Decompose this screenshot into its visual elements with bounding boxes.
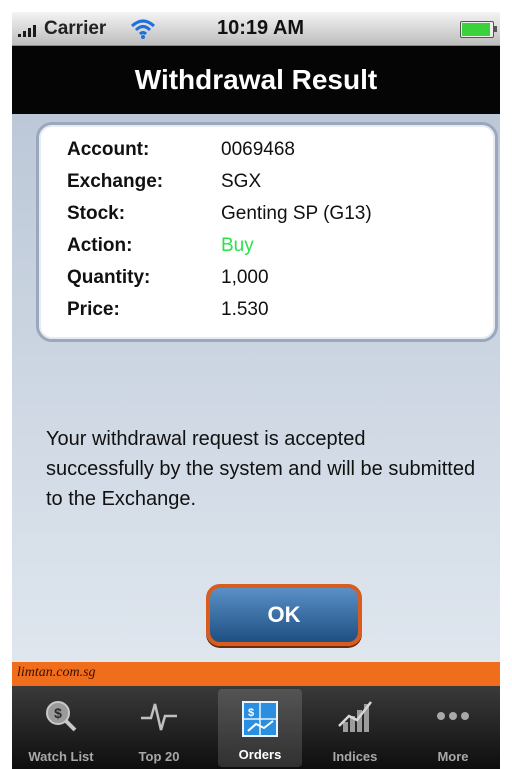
tab-orders[interactable]: $ Orders <box>218 689 302 767</box>
detail-label: Quantity: <box>67 267 151 288</box>
detail-row-quantity: Quantity: 1,000 <box>67 267 487 299</box>
page-title: Withdrawal Result <box>134 64 378 95</box>
detail-label: Stock: <box>67 203 126 224</box>
search-dollar-icon: $ <box>46 701 77 732</box>
detail-value: 0069468 <box>221 139 295 160</box>
tab-label: Orders <box>238 747 282 762</box>
app-screen: Carrier 10:19 AM Withdrawal Result Accou… <box>12 12 500 769</box>
svg-text:$: $ <box>248 707 254 719</box>
detail-row-account: Account: 0069468 <box>67 139 487 171</box>
detail-row-exchange: Exchange: SGX <box>67 171 487 203</box>
tab-label: Indices <box>332 749 378 764</box>
banner-text: limtan.com.sg <box>17 665 96 680</box>
tab-label: More <box>437 749 469 764</box>
tab-bar: $ Watch List Top 20 $ Orders Indices Mor… <box>12 686 500 769</box>
brand-banner: limtan.com.sg <box>12 662 500 686</box>
detail-value: 1.530 <box>221 299 269 320</box>
detail-value-action: Buy <box>221 235 254 256</box>
detail-value: 1,000 <box>221 267 269 288</box>
tab-label: Top 20 <box>138 749 180 764</box>
orders-icon: $ <box>242 701 278 737</box>
navigation-bar: Withdrawal Result <box>12 46 500 114</box>
tab-top-20[interactable]: Top 20 <box>110 686 208 769</box>
status-time: 10:19 AM <box>217 17 305 39</box>
svg-text:$: $ <box>54 705 62 721</box>
result-message: Your withdrawal request is accepted succ… <box>46 428 476 510</box>
detail-label: Action: <box>67 235 133 256</box>
pulse-icon <box>141 703 177 731</box>
signal-icon <box>18 23 42 37</box>
detail-value: SGX <box>221 171 262 192</box>
content-area: Account: 0069468 Exchange: SGX Stock: Ge… <box>12 114 500 662</box>
detail-row-action: Action: Buy <box>67 235 487 267</box>
detail-row-stock: Stock: Genting SP (G13) <box>67 203 487 235</box>
tab-label: Watch List <box>28 749 94 764</box>
detail-value: Genting SP (G13) <box>221 203 372 224</box>
wifi-icon <box>130 19 156 39</box>
more-icon <box>437 712 469 720</box>
order-details-card: Account: 0069468 Exchange: SGX Stock: Ge… <box>36 122 498 342</box>
detail-label: Exchange: <box>67 171 164 192</box>
detail-label: Account: <box>67 139 150 160</box>
ok-button[interactable]: OK <box>206 584 362 646</box>
tab-indices[interactable]: Indices <box>306 686 404 769</box>
battery-level <box>462 23 490 36</box>
battery-icon <box>460 21 497 38</box>
tab-more[interactable]: More <box>404 686 500 769</box>
tab-watch-list[interactable]: $ Watch List <box>12 686 110 769</box>
detail-row-price: Price: 1.530 <box>67 299 487 331</box>
status-bar: Carrier 10:19 AM <box>12 12 500 46</box>
carrier-label: Carrier <box>44 18 107 39</box>
chart-icon <box>338 701 372 732</box>
detail-label: Price: <box>67 299 120 320</box>
